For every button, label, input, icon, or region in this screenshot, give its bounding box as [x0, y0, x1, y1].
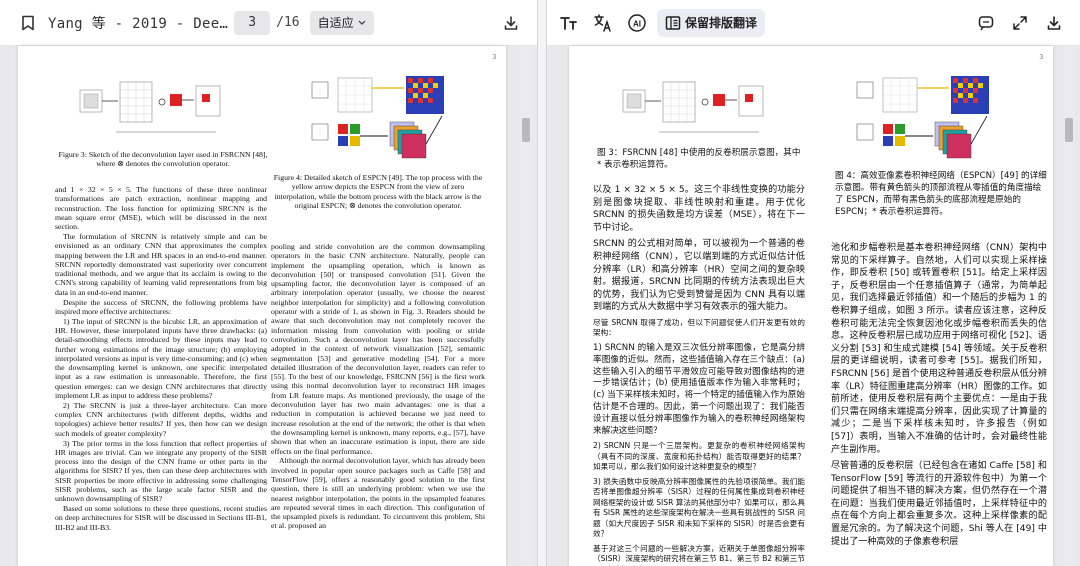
download-icon[interactable]	[1040, 9, 1068, 37]
paragraph: Although the normal deconvolution layer,…	[271, 456, 485, 531]
translated-pdf-page: 3 图 3：FSRCNN [48] 中使用的反卷积层示意图，其中 * 表示卷积运…	[569, 46, 1053, 566]
download-icon[interactable]	[497, 9, 525, 37]
paragraph: 2) SRCNN 只是一个三层架构。更复杂的卷积神经网络架构（具有不同的深度、宽…	[593, 441, 805, 472]
left-toolbar: Yang 等 - 2019 - Dee… 3 /16 自适应	[0, 0, 537, 46]
left-scrollbar[interactable]	[520, 46, 532, 566]
page-total: /16	[276, 15, 300, 30]
figure-3-diagram	[79, 81, 221, 133]
page-number: 3	[1039, 53, 1044, 61]
paragraph: 1) The input of SRCNN is the bicubic LR,…	[55, 316, 267, 401]
paragraph: 尽管 SRCNN 取得了成功，但以下问题促使人们开发更有效的架构：	[593, 317, 805, 338]
text-column-1: 以及 1 × 32 × 5 × 5。这三个非线性变换的功能分别是图像块提取、非线…	[593, 184, 805, 566]
paragraph: 基于对这三个问题的一些解决方案，近期关于单图像超分辨率（SISR）深度架构的研究…	[593, 543, 805, 566]
text-format-icon[interactable]	[555, 9, 583, 37]
paragraph: and 1 × 32 × 5 × 5. The functions of the…	[55, 185, 267, 232]
page-number-input[interactable]: 3	[234, 10, 271, 35]
paragraph: SRCNN 的公式相对简单，可以被视为一个普通的卷积神经网络（CNN），它以端到…	[593, 239, 805, 313]
pdf-page: 3 Figure 3: Sketch of the deconvolution …	[18, 46, 506, 566]
paragraph: 3) The prior terms in the loss function …	[55, 438, 267, 504]
paragraph: 尽管普通的反卷积层（已经包含在诸如 Caffe [58] 和 TensorFlo…	[831, 461, 1047, 547]
ai-icon[interactable]: AI	[623, 9, 651, 37]
bookmark-icon[interactable]	[14, 9, 42, 37]
zoom-fit-select[interactable]: 自适应	[309, 10, 374, 35]
figure-4-diagram	[856, 76, 989, 159]
paragraph: 以及 1 × 32 × 5 × 5。这三个非线性变换的功能分别是图像块提取、非线…	[593, 185, 805, 233]
scrollbar-thumb[interactable]	[522, 118, 530, 142]
paragraph: pooling and stride convolution are the c…	[271, 242, 485, 456]
translated-pdf-pane: AI 保留排版翻译 3 图 3：FSRCNN [48] 中使用的反卷积层示意图，…	[546, 0, 1080, 566]
paragraph: The formulation of SRCNN is relatively s…	[55, 231, 267, 297]
expand-icon[interactable]	[1006, 9, 1034, 37]
figure-3-caption: Figure 3: Sketch of the deconvolution la…	[58, 150, 268, 169]
figure-4-caption: Figure 4: Detailed sketch of ESPCN [49].…	[273, 173, 483, 210]
chevron-down-icon	[358, 20, 366, 25]
pane-divider[interactable]	[538, 0, 546, 566]
paragraph: 3) 损失函数中反映高分辨率图像属性的先验项很简单。我们能否将单图像超分辨率（S…	[593, 476, 805, 539]
right-toolbar: AI 保留排版翻译	[547, 0, 1080, 46]
figure-4-diagram	[311, 76, 444, 159]
text-column-1: and 1 × 32 × 5 × 5. The functions of the…	[55, 185, 267, 532]
right-scrollbar[interactable]	[1063, 46, 1075, 566]
text-column-2: pooling and stride convolution are the c…	[271, 242, 485, 531]
paragraph: Based on some solutions to these three q…	[55, 504, 267, 532]
paragraph: 2) The SRCNN is just a three-layer archi…	[55, 400, 267, 438]
paragraph: Despite the success of SRCNN, the follow…	[55, 297, 267, 316]
translate-icon[interactable]	[589, 9, 617, 37]
paragraph: 1) SRCNN 的输入是双三次低分辨率图像，它是高分辨率图像的近似。然而，这些…	[593, 342, 805, 436]
figure-4-caption: 图 4：高效亚像素卷积神经网络（ESPCN）[49] 的详细示意图。带有黄色箭头…	[835, 171, 1047, 217]
scrollbar-thumb[interactable]	[1065, 118, 1073, 142]
original-pdf-pane: Yang 等 - 2019 - Dee… 3 /16 自适应 3 Figure …	[0, 0, 538, 566]
text-column-2: 池化和步幅卷积是基本卷积神经网络（CNN）架构中常见的下采样算子。自然地，人们可…	[831, 242, 1047, 552]
layout-icon	[665, 15, 681, 30]
chat-icon[interactable]	[972, 9, 1000, 37]
keep-layout-translate-label: 保留排版翻译	[685, 16, 758, 30]
zoom-fit-label: 自适应	[317, 16, 354, 30]
document-title: Yang 等 - 2019 - Dee…	[48, 15, 229, 32]
figure-3-diagram	[622, 81, 764, 133]
svg-text:AI: AI	[633, 19, 641, 28]
paragraph: 池化和步幅卷积是基本卷积神经网络（CNN）架构中常见的下采样算子。自然地，人们可…	[831, 243, 1047, 455]
page-number: 3	[492, 53, 497, 61]
keep-layout-translate-button[interactable]: 保留排版翻译	[657, 8, 766, 37]
figure-3-caption: 图 3：FSRCNN [48] 中使用的反卷积层示意图，其中 * 表示卷积运算符…	[597, 148, 801, 170]
